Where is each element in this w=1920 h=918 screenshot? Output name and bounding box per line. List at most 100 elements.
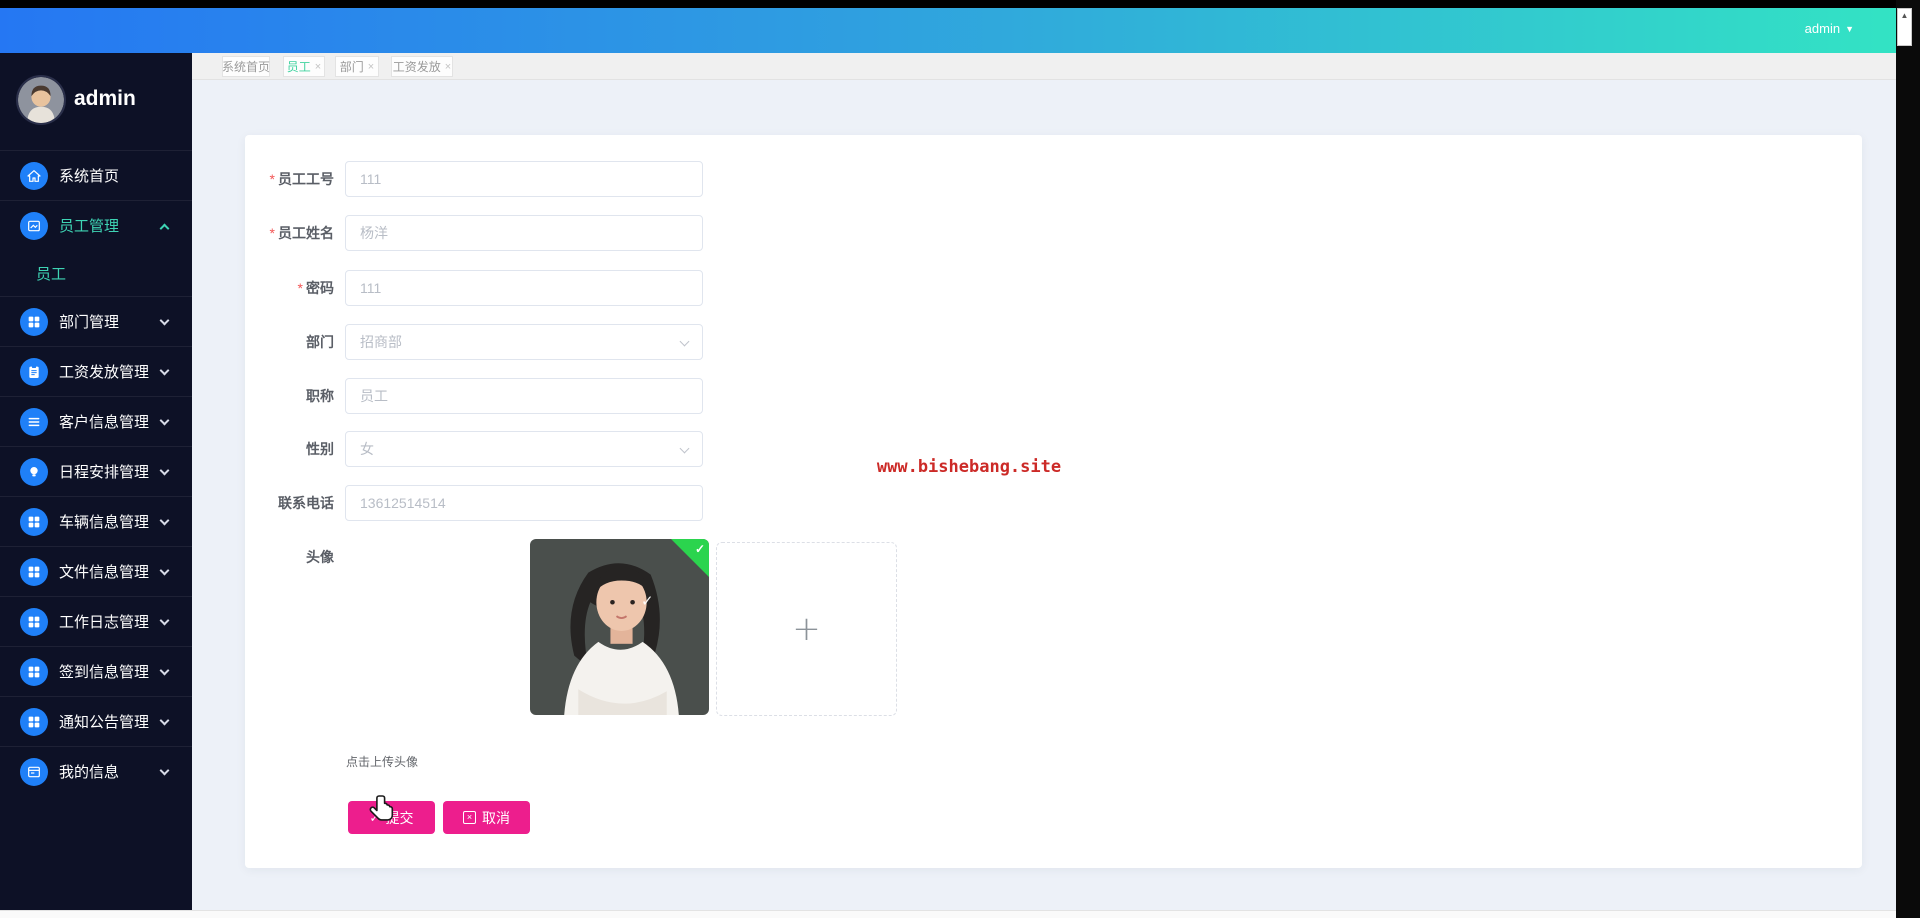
chevron-down-icon (159, 515, 170, 526)
sidebar-item-label: 客户信息管理 (59, 414, 150, 431)
tab-label: 部门 (339, 60, 364, 74)
upload-hint: 点击上传头像 (346, 755, 419, 769)
sidebar-item-employee-mgmt[interactable]: 员工管理 (0, 200, 192, 250)
tab-label: 系统首页 (222, 60, 271, 74)
tab-bar: 系统首页 员工 × 部门 × 工资发放 × (192, 53, 1896, 80)
bulb-icon (20, 457, 48, 486)
close-icon[interactable]: × (445, 61, 451, 73)
field-label: 头像 (306, 549, 334, 565)
required-asterisk: * (269, 171, 275, 187)
plus-icon: + (792, 609, 821, 649)
top-header-bar: admin ▼ (0, 8, 1896, 53)
chevron-down-icon (679, 443, 690, 454)
sidebar-item-my-info[interactable]: 我的信息 (0, 746, 192, 796)
field-label: * 员工工号 (269, 171, 334, 187)
tab-employee[interactable]: 员工 × (283, 56, 325, 77)
job-title-input[interactable] (345, 378, 703, 414)
employee-id-input[interactable] (345, 161, 703, 197)
department-select[interactable]: 招商部 (345, 324, 703, 360)
sidebar-subitem-label: 员工 (36, 265, 67, 283)
form-row-employee-id: * 员工工号 (245, 161, 845, 197)
sidebar-item-file-mgmt[interactable]: 文件信息管理 (0, 546, 192, 596)
employee-name-input[interactable] (345, 215, 703, 251)
tab-label: 员工 (286, 60, 311, 74)
chevron-down-icon (159, 715, 170, 726)
caret-down-icon: ▼ (1845, 23, 1854, 34)
phone-input[interactable] (345, 485, 703, 521)
sidebar-item-label: 部门管理 (59, 314, 120, 331)
clipboard-icon (20, 357, 48, 386)
sidebar-user-panel: admin (0, 53, 192, 150)
form-row-employee-name: * 员工姓名 (245, 215, 845, 251)
form-row-phone: 联系电话 (245, 485, 845, 521)
chevron-down-icon (159, 315, 170, 326)
chevron-down-icon (159, 765, 170, 776)
tab-label: 工资发放 (392, 60, 441, 74)
tab-home[interactable]: 系统首页 (222, 56, 270, 77)
sidebar-item-label: 通知公告管理 (59, 714, 150, 731)
submit-button[interactable]: ✓ 提交 (348, 801, 435, 834)
sidebar-username: admin (74, 87, 136, 110)
scrollbar-up-arrow[interactable]: ▲ (1897, 8, 1912, 46)
employee-form-card: *员工工号 *员工姓名 *密码 部门 招商部 职称 性别 女 (245, 135, 1862, 868)
cancel-box-icon: × (463, 811, 476, 824)
card-icon (20, 757, 48, 786)
sidebar-item-department-mgmt[interactable]: 部门管理 (0, 296, 192, 346)
check-icon: ✓ (694, 542, 705, 556)
password-input[interactable] (345, 270, 703, 306)
chevron-down-icon (159, 665, 170, 676)
grid-icon (20, 507, 48, 536)
close-icon[interactable]: × (368, 61, 374, 73)
sidebar-item-schedule-mgmt[interactable]: 日程安排管理 (0, 446, 192, 496)
main-content: *员工工号 *员工姓名 *密码 部门 招商部 职称 性别 女 (192, 80, 1896, 910)
chevron-down-icon (159, 465, 170, 476)
sidebar-item-customer-mgmt[interactable]: 客户信息管理 (0, 396, 192, 446)
grid-icon (20, 307, 48, 336)
tab-department[interactable]: 部门 × (335, 56, 379, 77)
sidebar-item-label: 我的信息 (59, 764, 120, 781)
field-label: 性别 (306, 441, 334, 457)
chevron-down-icon (159, 615, 170, 626)
chevron-down-icon (159, 565, 170, 576)
sidebar: admin 系统首页 员工管理 员工 部门管理 工资发放管理 客户信息管理 日程… (0, 53, 192, 910)
field-label: 联系电话 (278, 495, 334, 511)
grid-icon (20, 657, 48, 686)
sidebar-item-label: 文件信息管理 (59, 564, 150, 581)
check-icon: ✓ (369, 810, 380, 825)
cancel-button[interactable]: × 取消 (443, 801, 530, 834)
submit-button-label: 提交 (385, 809, 414, 826)
uploaded-avatar-photo[interactable]: ✓ ✓ (530, 539, 709, 715)
field-label: 职称 (306, 388, 334, 404)
sidebar-item-label: 日程安排管理 (59, 464, 150, 481)
sidebar-item-checkin-mgmt[interactable]: 签到信息管理 (0, 646, 192, 696)
form-row-password: * 密码 (245, 270, 845, 306)
sidebar-item-salary-mgmt[interactable]: 工资发放管理 (0, 346, 192, 396)
sidebar-item-notice-mgmt[interactable]: 通知公告管理 (0, 696, 192, 746)
user-menu[interactable]: admin ▼ (1805, 21, 1854, 36)
tab-salary[interactable]: 工资发放 × (391, 56, 453, 77)
select-value: 招商部 (360, 334, 402, 350)
sidebar-item-label: 签到信息管理 (59, 664, 150, 681)
employee-mgmt-icon (20, 211, 48, 240)
home-icon (20, 161, 48, 190)
sidebar-item-label: 工资发放管理 (59, 364, 150, 381)
select-value: 女 (360, 441, 374, 457)
chevron-down-icon (159, 415, 170, 426)
form-row-title: 职称 (245, 378, 845, 414)
field-label: * 密码 (297, 280, 334, 296)
sidebar-item-worklog-mgmt[interactable]: 工作日志管理 (0, 596, 192, 646)
sidebar-item-vehicle-mgmt[interactable]: 车辆信息管理 (0, 496, 192, 546)
avatar (16, 75, 66, 125)
sidebar-subitem-employee[interactable]: 员工 (0, 250, 192, 296)
sidebar-item-home[interactable]: 系统首页 (0, 150, 192, 200)
form-row-gender: 性别 女 (245, 431, 845, 467)
site-watermark: www.bishebang.site (876, 457, 1062, 477)
avatar-upload-dropzone[interactable]: + (716, 542, 897, 716)
sidebar-item-label: 工作日志管理 (59, 614, 150, 631)
window-right-edge: ▲ (1896, 0, 1920, 918)
field-label: 部门 (306, 334, 334, 350)
sidebar-item-label: 员工管理 (59, 218, 120, 235)
close-icon[interactable]: × (315, 61, 321, 73)
gender-select[interactable]: 女 (345, 431, 703, 467)
horizontal-scrollbar[interactable] (0, 910, 1896, 918)
